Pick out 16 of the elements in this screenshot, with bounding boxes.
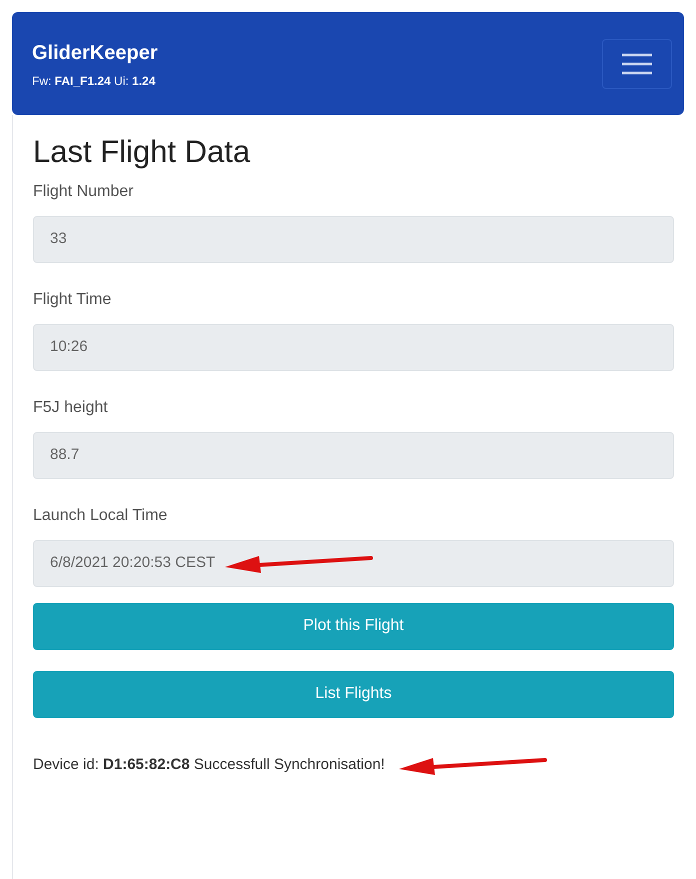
brand-title: GliderKeeper — [32, 40, 158, 66]
action-button[interactable]: Plot this Flight — [33, 602, 674, 650]
field-label: Flight Time — [33, 290, 112, 310]
input-field[interactable]: 88.7 — [33, 432, 674, 479]
action-button[interactable]: List Flights — [33, 670, 674, 718]
menu-icon — [621, 52, 653, 74]
menu-button[interactable] — [602, 38, 672, 88]
version-info: Fw: FAI_F1.24 Ui: 1.24 — [32, 72, 156, 90]
field-label: F5J height — [33, 398, 109, 418]
input-field[interactable]: 6/8/2021 20:20:53 CEST — [33, 540, 674, 587]
status-message: Device id: D1:65:82:C8 Successfull Synchronisation! — [33, 754, 385, 775]
field-label: Flight Number — [33, 182, 134, 202]
page-title: Last Flight Data — [33, 133, 252, 171]
field-label: Launch Local Time — [33, 506, 168, 526]
input-field[interactable]: 33 — [33, 216, 674, 263]
input-field[interactable]: 10:26 — [33, 324, 674, 371]
